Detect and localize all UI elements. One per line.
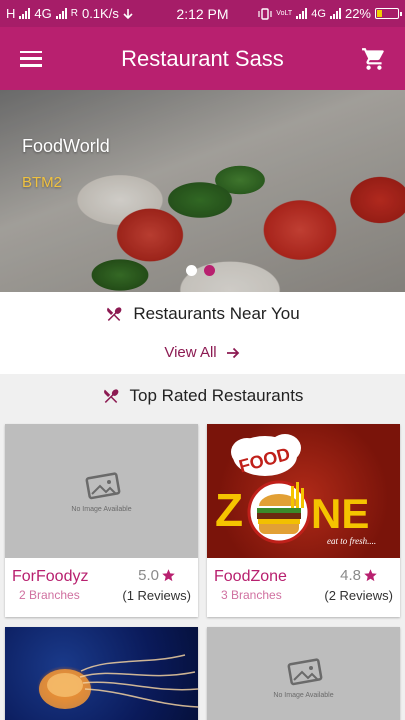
status-bar: H 4G R 0.1K/s 2:12 PM VoLTE 4G 22% <box>0 0 405 27</box>
download-icon <box>123 8 133 19</box>
foodzone-logo: FOOD Z NE eat to fresh.... <box>215 434 376 546</box>
restaurant-reviews: (1 Reviews) <box>122 588 191 603</box>
top-rated-header: Top Rated Restaurants <box>0 386 405 406</box>
hamburger-menu-icon <box>20 50 42 67</box>
restaurant-branches: 2 Branches <box>19 588 80 602</box>
view-all-link[interactable]: View All <box>0 344 405 361</box>
menu-button[interactable] <box>0 27 62 90</box>
restaurant-name: ForFoodyz <box>12 568 89 585</box>
carousel-dot-1[interactable] <box>186 265 197 276</box>
fork-knife-icon <box>103 389 118 403</box>
near-you-title: Restaurants Near You <box>133 304 300 323</box>
restaurant-card-3[interactable] <box>5 627 198 720</box>
carousel-indicator <box>186 265 215 276</box>
hero-restaurant-area: BTM2 <box>22 174 63 191</box>
near-you-section: Restaurants Near You View All <box>0 292 405 374</box>
vibrate-icon <box>258 7 272 20</box>
restaurant-card-foodzone[interactable]: FOOD Z NE eat to fresh.... FoodZone 3 Br… <box>207 424 400 617</box>
network-h-label: H <box>6 6 16 21</box>
no-image-text: No Image Available <box>273 691 334 699</box>
rating-value: 4.8 <box>340 567 361 584</box>
rating-value: 5.0 <box>138 567 159 584</box>
network-4g-label: 4G <box>34 6 52 21</box>
star-icon <box>162 569 175 582</box>
network-r-label: R <box>70 8 78 19</box>
hero-banner[interactable]: FoodWorld BTM2 <box>0 90 405 292</box>
restaurant-image-placeholder: No Image Available <box>207 627 400 720</box>
no-image-icon <box>85 471 120 499</box>
volte-label: VoLTE <box>276 10 293 17</box>
shopping-cart-icon <box>362 47 384 70</box>
no-image-icon <box>287 657 322 685</box>
arrow-right-icon <box>226 347 239 358</box>
network-4g-right-label: 4G <box>311 7 326 20</box>
top-rated-title: Top Rated Restaurants <box>129 386 304 405</box>
restaurant-rating: 4.8 <box>340 567 378 584</box>
restaurant-card-forfoodyz[interactable]: No Image Available ForFoodyz 2 Branches … <box>5 424 198 617</box>
logo-letter-z: Z <box>215 484 243 536</box>
foodzone-logo-image: FOOD Z NE eat to fresh.... <box>207 424 400 558</box>
data-speed: 0.1K/s <box>81 6 119 21</box>
battery-icon <box>375 8 402 19</box>
logo-word-ne: NE <box>311 490 369 537</box>
signal-2-icon <box>55 8 67 19</box>
signal-3-icon <box>296 8 308 19</box>
restaurant-card-4[interactable]: No Image Available <box>207 627 400 720</box>
no-image-text: No Image Available <box>71 505 132 513</box>
restaurant-branches: 3 Branches <box>221 588 282 602</box>
fork-knife-icon <box>107 307 122 321</box>
restaurant-name: FoodZone <box>214 568 287 585</box>
app-bar: Restaurant Sass <box>0 27 405 90</box>
view-all-label: View All <box>164 344 217 361</box>
restaurant-image-placeholder: No Image Available <box>5 424 198 558</box>
logo-tagline: eat to fresh.... <box>327 536 376 546</box>
jellyfish-illustration <box>39 654 198 709</box>
app-title: Restaurant Sass <box>121 45 284 71</box>
carousel-dot-2[interactable] <box>204 265 215 276</box>
signal-icon <box>19 8 31 19</box>
battery-percent: 22% <box>344 6 371 21</box>
jellyfish-image <box>5 627 198 720</box>
star-icon <box>364 569 377 582</box>
restaurant-rating: 5.0 <box>138 567 176 584</box>
hero-restaurant-name: FoodWorld <box>22 136 110 156</box>
cart-button[interactable] <box>343 27 405 90</box>
near-you-header: Restaurants Near You <box>0 304 405 324</box>
restaurant-reviews: (2 Reviews) <box>324 588 393 603</box>
signal-4-icon <box>329 8 341 19</box>
